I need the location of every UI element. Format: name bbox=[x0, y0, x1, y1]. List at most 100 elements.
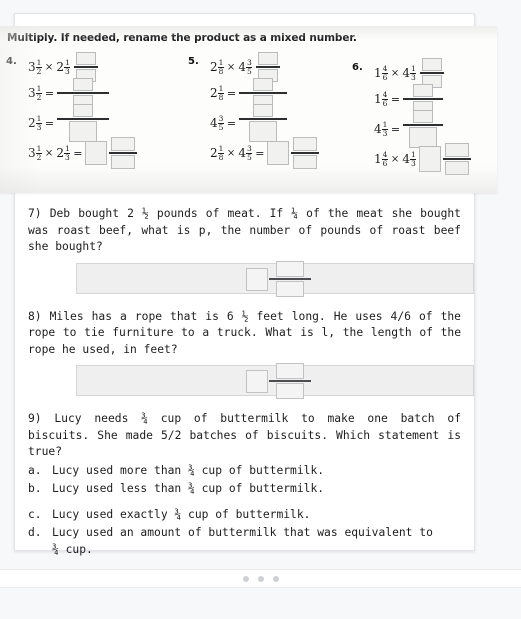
fraction-bar-icon bbox=[269, 277, 311, 280]
scan-problem-5-step-2: 4 3 5 = bbox=[210, 104, 319, 142]
whole-number: 2 bbox=[56, 146, 64, 160]
question-8: 8) Miles has a rope that is 6 ½ feet lon… bbox=[28, 309, 474, 399]
fraction-denominator: 3 bbox=[36, 122, 42, 132]
question-8-answer-field[interactable] bbox=[76, 363, 474, 399]
fraction-denominator: 3 bbox=[410, 72, 416, 82]
question-7-denominator-input[interactable] bbox=[276, 280, 304, 297]
scan-problem-5-number: 5. bbox=[188, 56, 199, 67]
fraction-denominator: 8 bbox=[218, 66, 224, 76]
choice-c-letter: c. bbox=[28, 507, 42, 521]
fraction-denominator: 3 bbox=[382, 128, 388, 138]
fraction-denominator: 5 bbox=[246, 152, 252, 162]
multiplication-sign: × bbox=[226, 147, 236, 159]
pagination-dot-1[interactable] bbox=[242, 575, 249, 582]
choice-b-letter: b. bbox=[28, 482, 42, 495]
whole-number: 4 bbox=[238, 146, 246, 160]
multiplication-sign: × bbox=[44, 147, 54, 159]
question-8-whole-input[interactable] bbox=[246, 370, 268, 393]
scan-problem-5-product: 2 1 8 × 4 3 5 = bbox=[210, 137, 320, 169]
scan-problem-6-step-2: 4 1 3 = bbox=[374, 110, 471, 148]
scan-blank-fraction bbox=[403, 110, 444, 148]
choice-d-text-continued: ¾ cup. bbox=[52, 542, 93, 556]
fraction-denominator: 6 bbox=[382, 72, 388, 82]
fraction-denominator: 2 bbox=[36, 92, 42, 102]
fraction-denominator: 3 bbox=[410, 158, 416, 168]
question-9-text: 9) Lucy needs ¾ cup of buttermilk to mak… bbox=[28, 412, 461, 458]
choice-c-text: Lucy used exactly ¾ cup of buttermilk. bbox=[52, 507, 311, 521]
scan-problem-4-step-2: 2 1 3 = bbox=[28, 104, 137, 142]
question-7-numerator-input[interactable] bbox=[276, 260, 304, 277]
whole-number: 1 bbox=[374, 92, 382, 106]
question-8-fraction-input[interactable] bbox=[269, 363, 311, 399]
question-9: 9) Lucy needs ¾ cup of buttermilk to mak… bbox=[28, 411, 461, 558]
equals-sign: = bbox=[390, 122, 401, 136]
scan-problem-5-expression: 2 1 8 × 4 3 5 bbox=[210, 52, 319, 82]
whole-number: 3 bbox=[28, 86, 36, 100]
fraction-denominator: 6 bbox=[382, 158, 388, 168]
whole-number: 3 bbox=[28, 146, 36, 160]
scan-problem-6-product: 1 4 6 × 4 1 3 bbox=[374, 143, 472, 175]
questions-container: 7) Deb bought 2 ½ pounds of meat. If ¼ o… bbox=[14, 198, 475, 560]
multiplication-sign: × bbox=[226, 61, 236, 73]
question-7: 7) Deb bought 2 ½ pounds of meat. If ¼ o… bbox=[28, 206, 474, 297]
scan-blank-box bbox=[267, 141, 290, 165]
question-9-choice-d[interactable]: d. Lucy used an amount of buttermilk tha… bbox=[28, 525, 461, 542]
choice-d-text: Lucy used an amount of buttermilk that w… bbox=[52, 526, 433, 539]
whole-number: 3 bbox=[28, 60, 36, 74]
scan-blank-box bbox=[419, 146, 442, 172]
fraction-denominator: 6 bbox=[382, 98, 388, 108]
equals-sign: = bbox=[255, 146, 265, 160]
whole-number: 2 bbox=[28, 116, 36, 130]
scan-problem-4-expression: 3 1 2 × 2 1 3 bbox=[28, 52, 137, 82]
pagination-dots[interactable] bbox=[0, 569, 521, 588]
equals-sign: = bbox=[44, 116, 55, 130]
choice-a-letter: a. bbox=[28, 463, 42, 477]
whole-number: 4 bbox=[374, 122, 382, 136]
fraction-denominator: 3 bbox=[64, 152, 70, 162]
scan-blank-fraction bbox=[57, 104, 110, 142]
multiplication-sign: × bbox=[44, 61, 54, 73]
scan-problem-4-product: 3 1 2 × 2 1 3 = bbox=[28, 137, 138, 169]
question-7-answer-field[interactable] bbox=[76, 260, 474, 297]
question-9-choice-a[interactable]: a. Lucy used more than ¾ cup of buttermi… bbox=[28, 463, 461, 480]
multiplication-sign: × bbox=[390, 67, 400, 79]
whole-number: 1 bbox=[374, 66, 382, 80]
fraction-denominator: 5 bbox=[246, 66, 252, 76]
question-8-denominator-input[interactable] bbox=[276, 383, 304, 399]
question-7-whole-input[interactable] bbox=[246, 267, 268, 291]
fraction-bar-icon bbox=[269, 380, 311, 382]
fraction-denominator: 8 bbox=[218, 92, 224, 102]
whole-number: 2 bbox=[56, 60, 64, 74]
whole-number: 4 bbox=[402, 152, 410, 166]
question-9-choice-c[interactable]: c. Lucy used exactly ¾ cup of buttermilk… bbox=[28, 507, 461, 524]
fraction-denominator: 2 bbox=[36, 152, 42, 162]
whole-number: 4 bbox=[210, 116, 218, 130]
choice-b-text: Lucy used less than ¾ cup of buttermilk. bbox=[52, 482, 325, 495]
whole-number: 2 bbox=[210, 86, 218, 100]
question-8-numerator-input[interactable] bbox=[276, 363, 304, 379]
whole-number: 2 bbox=[210, 60, 218, 74]
question-7-fraction-input[interactable] bbox=[269, 260, 311, 297]
scan-problem-4-number: 4. bbox=[6, 56, 17, 67]
scan-problem-4: 4. 3 1 2 × 2 1 3 3 1 2 = 2 1 3 = 3 1 2 ×… bbox=[6, 52, 138, 169]
question-7-text: 7) Deb bought 2 ½ pounds of meat. If ¼ o… bbox=[28, 207, 461, 253]
scan-problem-6: 6. 1 4 6 × 4 1 3 1 4 6 = 4 1 3 = 1 4 6 ×… bbox=[352, 58, 472, 175]
fraction-denominator: 5 bbox=[218, 122, 224, 132]
whole-number: 4 bbox=[238, 60, 246, 74]
pagination-dot-3[interactable] bbox=[272, 575, 279, 582]
multiplication-sign: × bbox=[390, 153, 400, 165]
equals-sign: = bbox=[226, 86, 237, 100]
question-8-text: 8) Miles has a rope that is 6 ½ feet lon… bbox=[28, 309, 461, 356]
scan-blank-box bbox=[85, 141, 108, 165]
whole-number: 4 bbox=[402, 66, 410, 80]
scanned-worksheet-image: Multiply. If needed, rename the product … bbox=[0, 26, 497, 193]
scan-blank-fraction bbox=[239, 104, 288, 142]
fraction-denominator: 8 bbox=[218, 152, 224, 162]
scan-blank-fraction bbox=[443, 143, 472, 175]
scan-blank-fraction bbox=[291, 137, 320, 169]
scan-directions-text: Multiply. If needed, rename the product … bbox=[7, 32, 357, 44]
whole-number: 1 bbox=[374, 152, 382, 166]
pagination-dot-2[interactable] bbox=[257, 575, 264, 582]
question-9-choice-b[interactable]: b. Lucy used less than ¾ cup of buttermi… bbox=[28, 481, 461, 498]
